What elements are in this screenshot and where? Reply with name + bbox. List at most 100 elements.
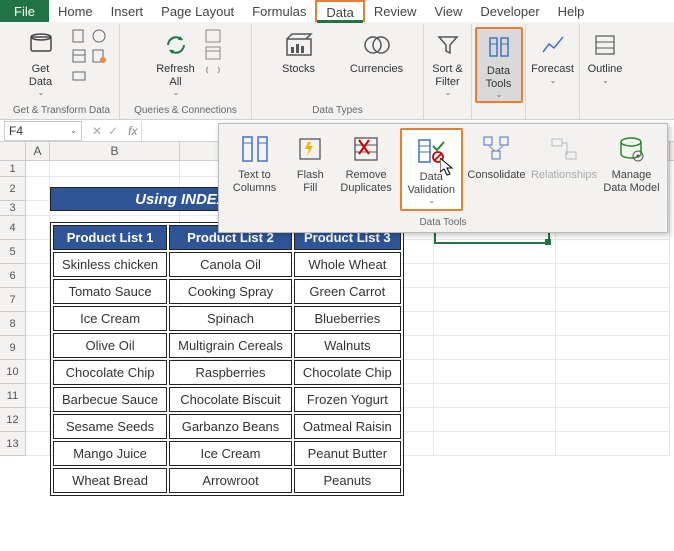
cell[interactable] xyxy=(26,312,50,336)
cell[interactable] xyxy=(26,288,50,312)
cell[interactable] xyxy=(556,312,670,336)
from-table-icon[interactable] xyxy=(70,47,88,65)
cell[interactable] xyxy=(400,384,434,408)
table-cell[interactable]: Garbanzo Beans xyxy=(169,414,292,439)
table-cell[interactable]: Tomato Sauce xyxy=(53,279,167,304)
col-header[interactable]: B xyxy=(50,142,180,160)
flash-fill-button[interactable]: Flash Fill xyxy=(288,128,333,211)
cell[interactable] xyxy=(556,408,670,432)
data-tools-button[interactable]: Data Tools⌄ xyxy=(475,27,523,103)
edit-links-icon[interactable] xyxy=(205,63,221,77)
table-cell[interactable]: Whole Wheat xyxy=(294,252,401,277)
table-cell[interactable]: Walnuts xyxy=(294,333,401,358)
row-header[interactable]: 8 xyxy=(0,312,26,336)
tab-formulas[interactable]: Formulas xyxy=(243,0,315,22)
table-cell[interactable]: Chocolate Biscuit xyxy=(169,387,292,412)
cell[interactable] xyxy=(400,360,434,384)
table-cell[interactable]: Chocolate Chip xyxy=(53,360,167,385)
refresh-all-button[interactable]: Refresh All⌄ xyxy=(151,27,201,99)
row-header[interactable]: 7 xyxy=(0,288,26,312)
cell[interactable] xyxy=(434,408,556,432)
cell[interactable] xyxy=(434,432,556,456)
table-cell[interactable]: Cooking Spray xyxy=(169,279,292,304)
table-cell[interactable]: Oatmeal Raisin xyxy=(294,414,401,439)
currencies-button[interactable]: Currencies xyxy=(347,27,407,78)
cell[interactable] xyxy=(400,240,434,264)
cell[interactable] xyxy=(434,360,556,384)
table-cell[interactable]: Skinless chicken xyxy=(53,252,167,277)
tab-home[interactable]: Home xyxy=(49,0,102,22)
data-validation-button[interactable]: Data Validation⌄ xyxy=(400,128,463,211)
outline-button[interactable]: Outline⌄ xyxy=(582,27,628,87)
fx-label[interactable]: fx xyxy=(124,124,141,138)
file-tab[interactable]: File xyxy=(0,0,49,22)
properties-icon[interactable] xyxy=(205,46,221,60)
table-cell[interactable]: Wheat Bread xyxy=(53,468,167,493)
chevron-down-icon[interactable]: ⌄ xyxy=(70,126,77,135)
tab-page-layout[interactable]: Page Layout xyxy=(152,0,243,22)
cell[interactable] xyxy=(400,408,434,432)
cell[interactable] xyxy=(400,312,434,336)
cell[interactable] xyxy=(26,360,50,384)
cell[interactable] xyxy=(400,264,434,288)
row-header[interactable]: 2 xyxy=(0,177,26,201)
row-header[interactable]: 10 xyxy=(0,360,26,384)
tab-help[interactable]: Help xyxy=(549,0,594,22)
cell[interactable] xyxy=(556,336,670,360)
cell[interactable] xyxy=(26,264,50,288)
cell[interactable] xyxy=(556,360,670,384)
name-box[interactable]: F4 ⌄ xyxy=(4,121,82,141)
existing-conn-icon[interactable] xyxy=(70,67,88,85)
cell[interactable] xyxy=(26,432,50,456)
table-cell[interactable]: Mango Juice xyxy=(53,441,167,466)
tab-developer[interactable]: Developer xyxy=(471,0,548,22)
tab-data[interactable]: Data xyxy=(315,0,364,22)
table-cell[interactable]: Canola Oil xyxy=(169,252,292,277)
cell[interactable] xyxy=(556,240,670,264)
cell[interactable] xyxy=(400,336,434,360)
table-cell[interactable]: Peanuts xyxy=(294,468,401,493)
cell[interactable] xyxy=(26,216,50,240)
cell[interactable] xyxy=(556,384,670,408)
cell[interactable] xyxy=(26,161,50,177)
table-cell[interactable]: Sesame Seeds xyxy=(53,414,167,439)
row-header[interactable]: 13 xyxy=(0,432,26,456)
cell[interactable] xyxy=(26,408,50,432)
table-cell[interactable]: Green Carrot xyxy=(294,279,401,304)
cell[interactable] xyxy=(400,432,434,456)
cell[interactable] xyxy=(434,288,556,312)
table-cell[interactable]: Peanut Butter xyxy=(294,441,401,466)
consolidate-button[interactable]: Consolidate xyxy=(465,128,528,211)
table-cell[interactable]: Spinach xyxy=(169,306,292,331)
table-cell[interactable]: Blueberries xyxy=(294,306,401,331)
table-cell[interactable]: Barbecue Sauce xyxy=(53,387,167,412)
cell[interactable] xyxy=(556,288,670,312)
row-header[interactable]: 3 xyxy=(0,201,26,216)
text-to-columns-button[interactable]: Text to Columns xyxy=(223,128,286,211)
cell[interactable] xyxy=(556,432,670,456)
table-cell[interactable]: Frozen Yogurt xyxy=(294,387,401,412)
cell[interactable] xyxy=(26,201,50,216)
tab-insert[interactable]: Insert xyxy=(102,0,153,22)
row-header[interactable]: 12 xyxy=(0,408,26,432)
manage-data-model-button[interactable]: Manage Data Model xyxy=(600,128,663,211)
cell[interactable] xyxy=(26,336,50,360)
get-data-mini-buttons[interactable] xyxy=(70,27,108,85)
stocks-button[interactable]: Stocks xyxy=(269,27,329,78)
tab-view[interactable]: View xyxy=(425,0,471,22)
cell[interactable] xyxy=(434,312,556,336)
cell[interactable] xyxy=(400,288,434,312)
row-header[interactable]: 6 xyxy=(0,264,26,288)
cell[interactable] xyxy=(26,240,50,264)
cell[interactable] xyxy=(434,264,556,288)
from-web-icon[interactable] xyxy=(90,27,108,45)
from-text-icon[interactable] xyxy=(70,27,88,45)
cell[interactable] xyxy=(50,161,180,177)
sort-filter-button[interactable]: Sort & Filter⌄ xyxy=(426,27,470,99)
tab-review[interactable]: Review xyxy=(365,0,426,22)
row-header[interactable]: 5 xyxy=(0,240,26,264)
table-cell[interactable]: Olive Oil xyxy=(53,333,167,358)
cell[interactable] xyxy=(556,264,670,288)
cell[interactable] xyxy=(434,384,556,408)
table-cell[interactable]: Multigrain Cereals xyxy=(169,333,292,358)
